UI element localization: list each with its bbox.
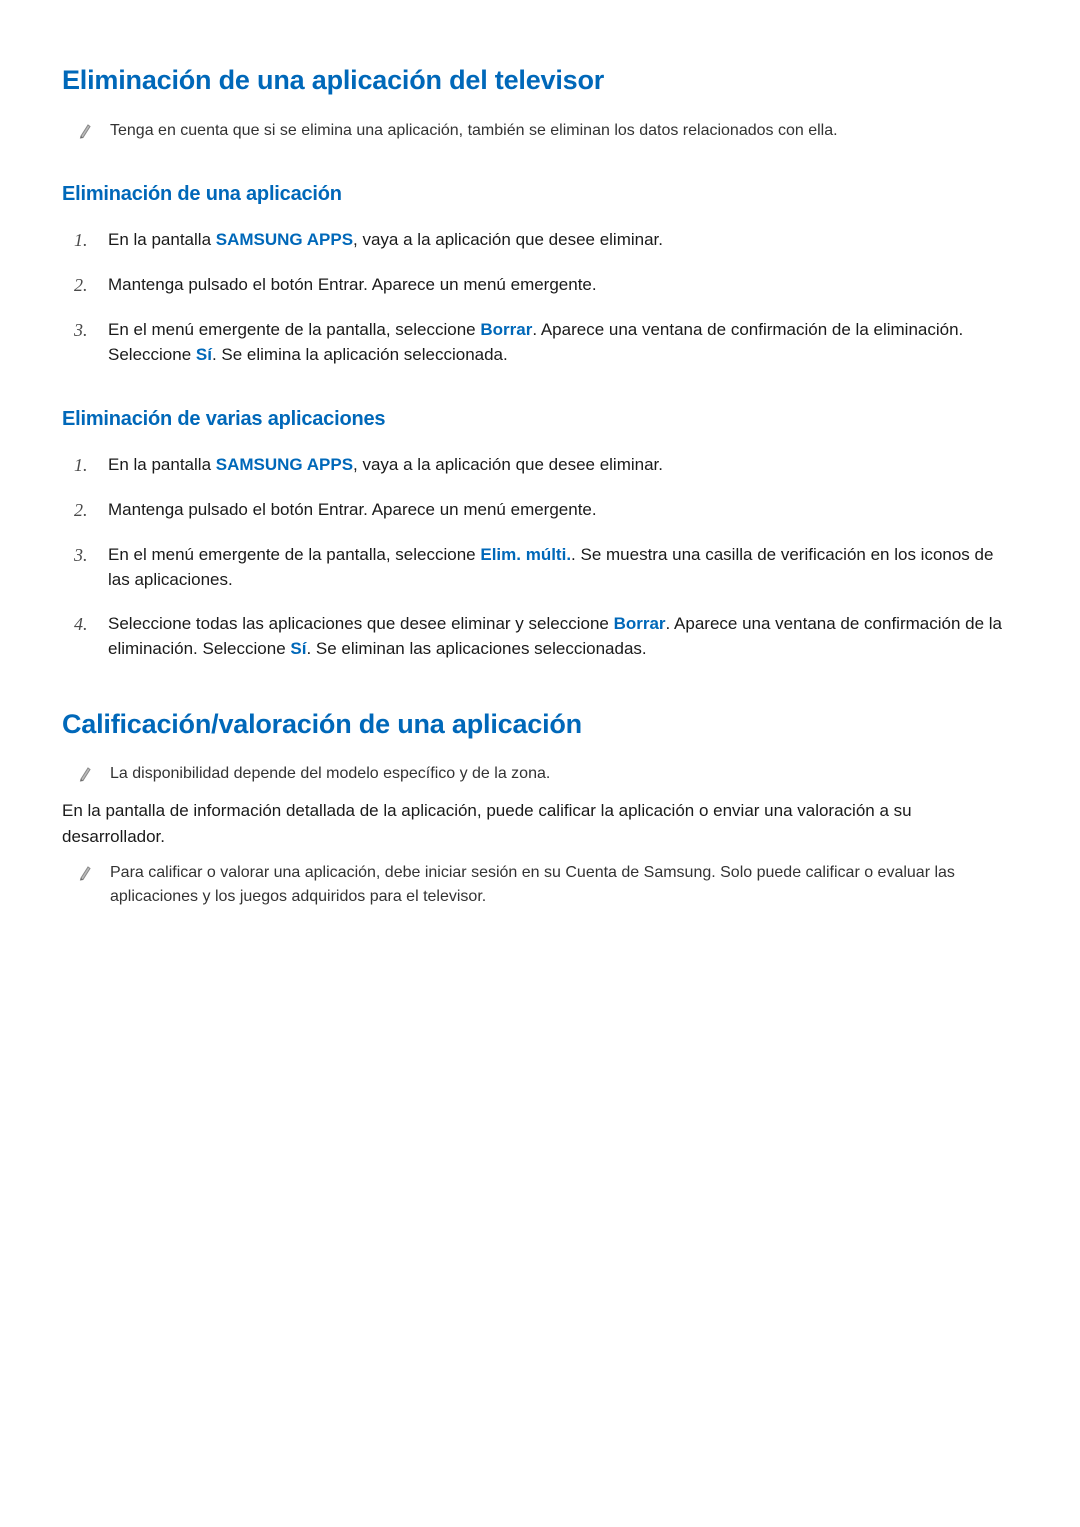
list-item: 2. Mantenga pulsado el botón Entrar. Apa… — [74, 497, 1018, 524]
step-content: En el menú emergente de la pantalla, sel… — [108, 317, 1018, 368]
pencil-icon — [78, 764, 94, 784]
pencil-icon — [78, 121, 94, 141]
list-item: 3. En el menú emergente de la pantalla, … — [74, 542, 1018, 593]
bold-borrar: Borrar — [614, 614, 666, 633]
step-content: En el menú emergente de la pantalla, sel… — [108, 542, 1018, 593]
list-item: 1. En la pantalla SAMSUNG APPS, vaya a l… — [74, 452, 1018, 479]
bold-si: Sí — [196, 345, 212, 364]
list-item: 1. En la pantalla SAMSUNG APPS, vaya a l… — [74, 227, 1018, 254]
steps-list-single: 1. En la pantalla SAMSUNG APPS, vaya a l… — [62, 227, 1018, 368]
note-block: La disponibilidad depende del modelo esp… — [62, 762, 1018, 786]
steps-list-multiple: 1. En la pantalla SAMSUNG APPS, vaya a l… — [62, 452, 1018, 662]
step-content: En la pantalla SAMSUNG APPS, vaya a la a… — [108, 227, 1018, 253]
list-item: 4. Seleccione todas las aplicaciones que… — [74, 611, 1018, 662]
bold-samsung-apps: SAMSUNG APPS — [216, 230, 353, 249]
note-text: Tenga en cuenta que si se elimina una ap… — [110, 119, 838, 143]
section-title-delete-app: Eliminación de una aplicación del televi… — [62, 60, 1018, 101]
note-block: Para calificar o valorar una aplicación,… — [62, 861, 1018, 909]
section-title-rating: Calificación/valoración de una aplicació… — [62, 704, 1018, 745]
bold-si: Sí — [290, 639, 306, 658]
subsection-title-delete-single: Eliminación de una aplicación — [62, 179, 1018, 209]
step-number: 2. — [74, 497, 90, 524]
pencil-icon — [78, 863, 94, 883]
note-block: Tenga en cuenta que si se elimina una ap… — [62, 119, 1018, 143]
step-number: 1. — [74, 452, 90, 479]
note-text: La disponibilidad depende del modelo esp… — [110, 762, 550, 786]
subsection-title-delete-multiple: Eliminación de varias aplicaciones — [62, 404, 1018, 434]
bold-elim-multi: Elim. múlti. — [480, 545, 571, 564]
step-number: 2. — [74, 272, 90, 299]
step-number: 3. — [74, 317, 90, 344]
bold-borrar: Borrar — [480, 320, 532, 339]
step-number: 1. — [74, 227, 90, 254]
note-text: Para calificar o valorar una aplicación,… — [110, 861, 1018, 909]
step-number: 4. — [74, 611, 90, 638]
list-item: 3. En el menú emergente de la pantalla, … — [74, 317, 1018, 368]
bold-samsung-apps: SAMSUNG APPS — [216, 455, 353, 474]
step-content: Seleccione todas las aplicaciones que de… — [108, 611, 1018, 662]
step-content: En la pantalla SAMSUNG APPS, vaya a la a… — [108, 452, 1018, 478]
step-content: Mantenga pulsado el botón Entrar. Aparec… — [108, 272, 1018, 298]
body-paragraph: En la pantalla de información detallada … — [62, 798, 1018, 849]
step-number: 3. — [74, 542, 90, 569]
step-content: Mantenga pulsado el botón Entrar. Aparec… — [108, 497, 1018, 523]
list-item: 2. Mantenga pulsado el botón Entrar. Apa… — [74, 272, 1018, 299]
